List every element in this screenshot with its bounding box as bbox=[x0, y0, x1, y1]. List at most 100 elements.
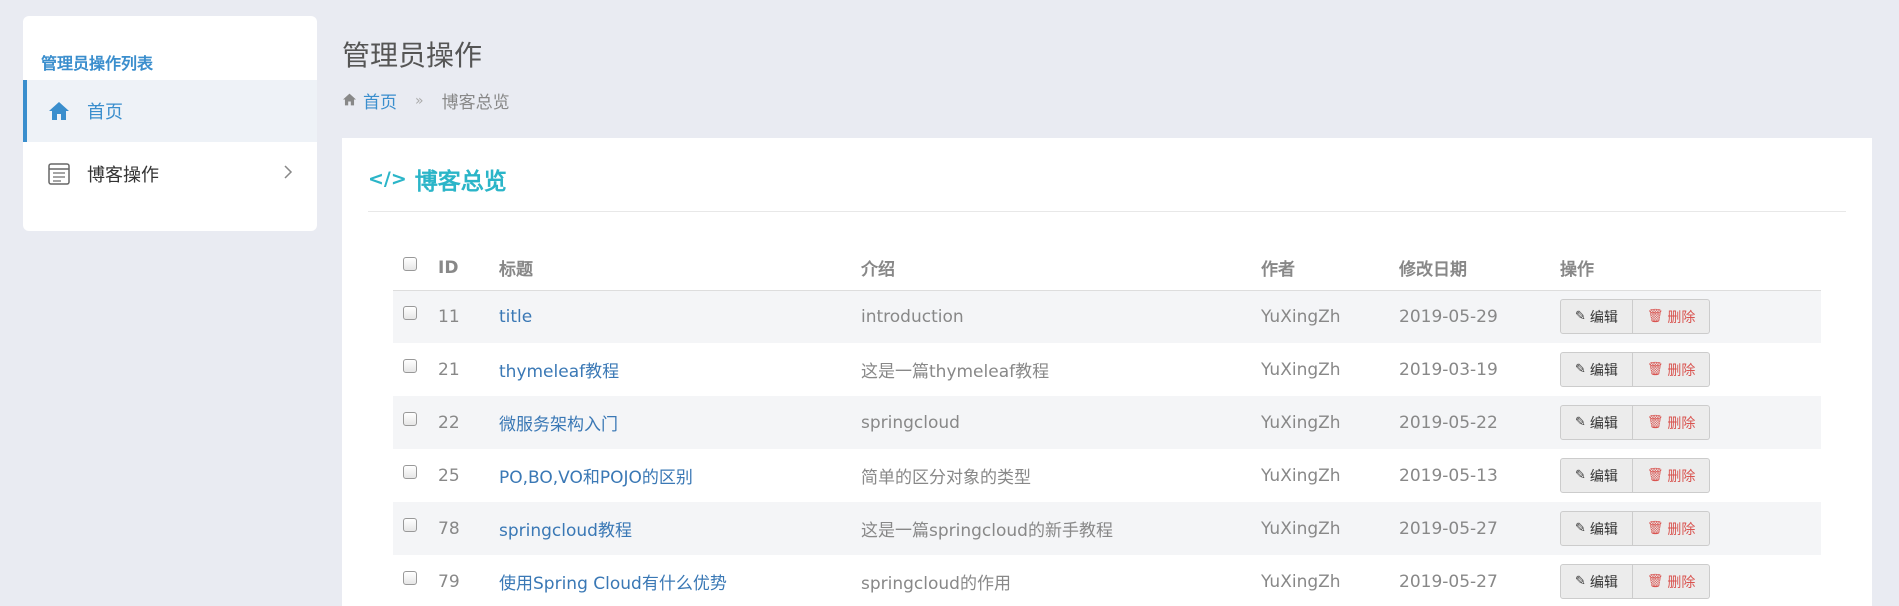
code-icon: </> bbox=[368, 168, 407, 190]
column-header-intro: 介绍 bbox=[861, 246, 1261, 291]
cell-date: 2019-05-27 bbox=[1399, 502, 1560, 555]
breadcrumb: 首页 » 博客总览 bbox=[342, 88, 510, 113]
column-header-title: 标题 bbox=[499, 246, 861, 291]
edit-button[interactable]: ✎ 编辑 bbox=[1560, 564, 1633, 599]
edit-icon: ✎ bbox=[1575, 309, 1586, 325]
sidebar: 管理员操作列表 首页 博客操作 bbox=[23, 16, 317, 231]
cell-id: 11 bbox=[438, 290, 499, 343]
table-row: 79 使用Spring Cloud有什么优势 springcloud的作用 Yu… bbox=[393, 555, 1821, 606]
delete-button[interactable]: 🗑 删除 bbox=[1632, 299, 1711, 335]
cell-intro: 这是一篇thymeleaf教程 bbox=[861, 362, 1050, 382]
cell-title-link[interactable]: 微服务架构入门 bbox=[499, 396, 861, 449]
trash-icon: 🗑 bbox=[1646, 362, 1664, 377]
edit-icon: ✎ bbox=[1575, 468, 1586, 483]
delete-label: 删除 bbox=[1667, 362, 1696, 379]
row-select-cell bbox=[393, 396, 438, 449]
cell-author: YuXingZh bbox=[1261, 571, 1341, 592]
cell-title-link[interactable]: 使用Spring Cloud有什么优势 bbox=[499, 555, 861, 606]
sidebar-item-label: 博客操作 bbox=[87, 165, 159, 186]
cell-date: 2019-05-13 bbox=[1399, 465, 1498, 486]
row-checkbox[interactable] bbox=[403, 411, 417, 426]
column-header-actions: 操作 bbox=[1560, 246, 1821, 291]
edit-label: 编辑 bbox=[1589, 574, 1618, 591]
delete-button[interactable]: 🗑 删除 bbox=[1632, 564, 1711, 599]
trash-icon: 🗑 bbox=[1646, 309, 1664, 325]
divider bbox=[368, 211, 1846, 212]
cell-intro: 简单的区分对象的类型 bbox=[861, 468, 1031, 488]
edit-label: 编辑 bbox=[1589, 468, 1618, 485]
cell-title-link[interactable]: springcloud教程 bbox=[499, 502, 861, 555]
edit-button[interactable]: ✎ 编辑 bbox=[1560, 458, 1633, 493]
row-select-cell bbox=[393, 449, 438, 502]
edit-label: 编辑 bbox=[1589, 521, 1618, 538]
breadcrumb-separator: » bbox=[415, 92, 424, 109]
delete-button[interactable]: 🗑 删除 bbox=[1632, 458, 1711, 493]
cell-id: 25 bbox=[438, 465, 460, 486]
sidebar-item-home[interactable]: 首页 bbox=[23, 80, 317, 142]
cell-date: 2019-05-22 bbox=[1399, 396, 1560, 449]
select-all-checkbox[interactable] bbox=[403, 256, 417, 271]
row-checkbox[interactable] bbox=[403, 305, 417, 320]
row-checkbox[interactable] bbox=[403, 464, 417, 479]
column-header-author: 作者 bbox=[1261, 246, 1399, 291]
column-header-date: 修改日期 bbox=[1399, 246, 1560, 291]
edit-icon: ✎ bbox=[1575, 362, 1586, 377]
delete-label: 删除 bbox=[1667, 574, 1696, 591]
blog-overview-panel: </> 博客总览 ID 标题 介绍 作者 修改日期 操作 11 title in… bbox=[342, 138, 1872, 606]
row-checkbox[interactable] bbox=[403, 517, 417, 532]
breadcrumb-home-link[interactable]: 首页 bbox=[363, 88, 397, 113]
sidebar-item-blog-ops[interactable]: 博客操作 bbox=[23, 143, 317, 205]
table-row: 22 微服务架构入门 springcloud YuXingZh 2019-05-… bbox=[393, 396, 1821, 449]
table-row: 78 springcloud教程 这是一篇springcloud的新手教程 Yu… bbox=[393, 502, 1821, 555]
cell-title-link[interactable]: thymeleaf教程 bbox=[499, 343, 861, 396]
delete-label: 删除 bbox=[1667, 309, 1696, 326]
panel-title-text: 博客总览 bbox=[414, 169, 507, 195]
row-select-cell bbox=[393, 502, 438, 555]
cell-title-link[interactable]: PO,BO,VO和POJO的区别 bbox=[499, 449, 861, 502]
cell-actions: ✎ 编辑 🗑 删除 bbox=[1560, 449, 1821, 502]
table-row: 25 PO,BO,VO和POJO的区别 简单的区分对象的类型 YuXingZh … bbox=[393, 449, 1821, 502]
edit-icon: ✎ bbox=[1575, 521, 1586, 536]
cell-intro: springcloud的作用 bbox=[861, 574, 1011, 594]
edit-button[interactable]: ✎ 编辑 bbox=[1560, 352, 1633, 387]
cell-title-link[interactable]: title bbox=[499, 290, 861, 343]
list-icon bbox=[39, 163, 79, 185]
table-row: 21 thymeleaf教程 这是一篇thymeleaf教程 YuXingZh … bbox=[393, 343, 1821, 396]
edit-label: 编辑 bbox=[1589, 362, 1618, 379]
trash-icon: 🗑 bbox=[1646, 468, 1664, 483]
cell-date: 2019-03-19 bbox=[1399, 359, 1498, 380]
cell-author: YuXingZh bbox=[1261, 359, 1341, 380]
row-checkbox[interactable] bbox=[403, 570, 417, 585]
home-icon bbox=[39, 101, 79, 121]
cell-intro: springcloud bbox=[861, 396, 1261, 449]
cell-id: 79 bbox=[438, 571, 460, 592]
edit-button[interactable]: ✎ 编辑 bbox=[1560, 299, 1633, 335]
cell-id: 78 bbox=[438, 502, 499, 555]
edit-button[interactable]: ✎ 编辑 bbox=[1560, 405, 1633, 440]
cell-author: YuXingZh bbox=[1261, 465, 1341, 486]
trash-icon: 🗑 bbox=[1646, 521, 1664, 536]
cell-author: YuXingZh bbox=[1261, 290, 1399, 343]
trash-icon: 🗑 bbox=[1646, 574, 1664, 589]
cell-intro: introduction bbox=[861, 290, 1261, 343]
edit-label: 编辑 bbox=[1589, 415, 1618, 432]
row-checkbox[interactable] bbox=[403, 358, 417, 373]
edit-button[interactable]: ✎ 编辑 bbox=[1560, 511, 1633, 546]
home-icon bbox=[342, 91, 357, 111]
cell-author: YuXingZh bbox=[1261, 396, 1399, 449]
edit-label: 编辑 bbox=[1589, 309, 1618, 326]
chevron-right-icon bbox=[283, 164, 293, 184]
column-header-id: ID bbox=[438, 246, 499, 291]
edit-icon: ✎ bbox=[1575, 574, 1586, 589]
delete-button[interactable]: 🗑 删除 bbox=[1632, 511, 1711, 546]
cell-actions: ✎ 编辑 🗑 删除 bbox=[1560, 396, 1821, 449]
delete-button[interactable]: 🗑 删除 bbox=[1632, 405, 1711, 440]
select-all-header bbox=[393, 246, 438, 291]
cell-intro: 这是一篇springcloud的新手教程 bbox=[861, 502, 1261, 555]
cell-actions: ✎ 编辑 🗑 删除 bbox=[1560, 555, 1821, 606]
cell-id: 22 bbox=[438, 396, 499, 449]
delete-label: 删除 bbox=[1667, 415, 1696, 432]
panel-title: </> 博客总览 bbox=[368, 162, 507, 196]
delete-button[interactable]: 🗑 删除 bbox=[1632, 352, 1711, 387]
row-select-cell bbox=[393, 290, 438, 343]
